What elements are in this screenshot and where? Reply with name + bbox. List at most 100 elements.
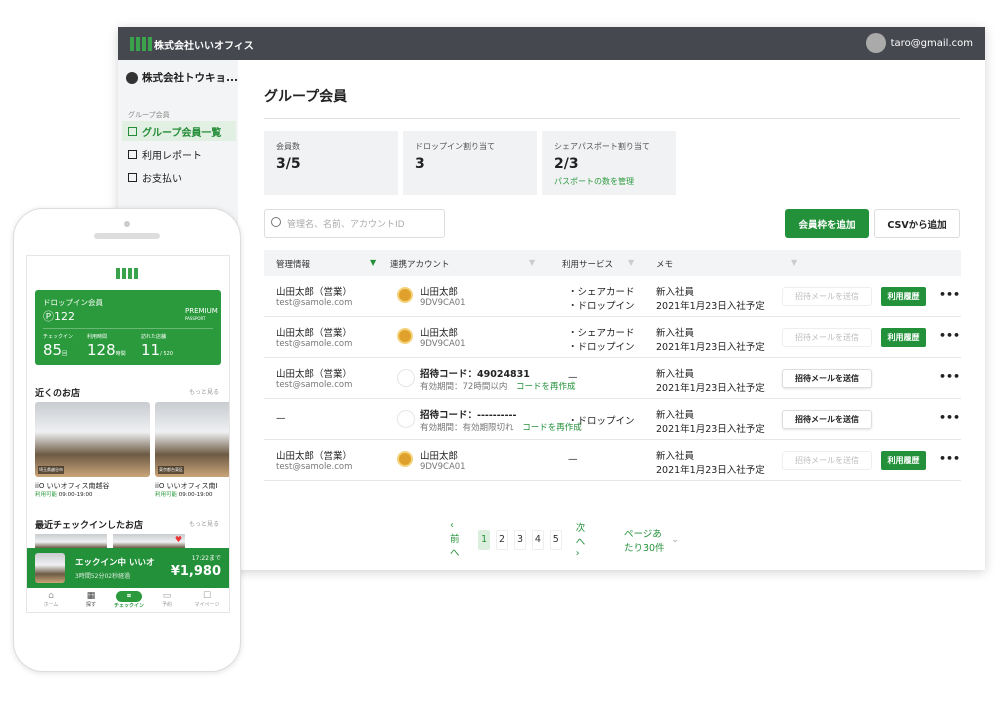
service: — <box>568 372 578 383</box>
table-row: — 招待コード：---------- 有効期間：有効期限切れ コードを再作成 ・ド… <box>264 399 961 440</box>
service: ・ドロップイン <box>568 301 635 312</box>
building-icon <box>128 149 137 159</box>
memo: 新入社員 <box>656 328 695 339</box>
admin-name: 山田太郎（営業） <box>276 328 353 339</box>
table-row: 山田太郎（営業） test@samole.com 山田太郎 9DV9CA01 ・シェ… <box>264 276 961 317</box>
more-options-icon[interactable]: ••• <box>939 370 960 383</box>
premium-passport-badge: PREMIUM PASSPORT <box>185 307 218 322</box>
page-3[interactable]: 3 <box>514 529 526 550</box>
more-link[interactable]: もっと見る <box>189 519 219 528</box>
per-page-select[interactable]: ページあたり30件 <box>624 526 667 554</box>
memo: 新入社員 <box>656 410 695 421</box>
speaker <box>94 233 160 239</box>
account-name: 招待コード：---------- <box>420 410 517 421</box>
building-icon <box>128 172 137 182</box>
logo <box>130 37 152 51</box>
manage-passport-link[interactable]: パスポートの数を管理 <box>554 176 664 187</box>
avatar <box>397 328 413 344</box>
admin-name: 山田太郎（営業） <box>276 451 353 462</box>
service: ・シェアカード <box>568 328 635 339</box>
recent-title: 最近チェックインしたお店 <box>35 521 144 531</box>
service: — <box>568 454 578 465</box>
send-invite-button[interactable]: 招待メールを送信 <box>782 410 872 429</box>
csv-add-button[interactable]: CSVから追加 <box>874 209 960 238</box>
memo: 2021年1月23日入社予定 <box>656 301 765 312</box>
pagination: ‹ 前へ 1 2 3 4 5 次へ › ページあたり30件 ⌄ <box>450 520 679 559</box>
sort-icon[interactable]: ▼ <box>370 258 376 267</box>
tab-checkin[interactable]: ⌗ チェックイン <box>109 591 149 609</box>
tab-reserve[interactable]: ▭ 予約 <box>147 591 187 608</box>
divider <box>264 118 960 119</box>
memo: 2021年1月23日入社予定 <box>656 424 765 435</box>
phone-screen: ドロップイン会員 Ⓟ122 PREMIUM PASSPORT チェックイン 85回 … <box>26 255 230 613</box>
shop-image[interactable]: 埼玉県越谷市 <box>35 402 150 477</box>
send-invite-button[interactable]: 招待メールを送信 <box>782 287 872 306</box>
send-invite-button[interactable]: 招待メールを送信 <box>782 369 872 388</box>
filter-icon[interactable]: ▼ <box>628 258 634 267</box>
avatar <box>397 287 413 303</box>
prev-page[interactable]: ‹ 前へ <box>450 520 464 559</box>
stat-members: 会員数 3/5 <box>264 131 398 195</box>
more-options-icon[interactable]: ••• <box>939 329 960 342</box>
avatar <box>865 33 886 53</box>
account-sub: 9DV9CA01 <box>420 339 466 349</box>
logo <box>116 268 138 279</box>
page-4[interactable]: 4 <box>531 529 544 550</box>
regenerate-code-link[interactable]: コードを再作成 <box>516 382 576 392</box>
more-link[interactable]: もっと見る <box>189 387 219 396</box>
table-header: 管理情報 ▼ 連携アカウント ▼ 利用サービス ▼ メモ ▼ <box>264 250 961 276</box>
more-options-icon[interactable]: ••• <box>939 288 960 301</box>
tab-search[interactable]: ▦ 探す <box>71 591 111 608</box>
page-1[interactable]: 1 <box>478 529 491 550</box>
sidebar-item-payment[interactable]: お支払い <box>122 167 236 187</box>
page-5[interactable]: 5 <box>549 529 562 550</box>
memo: 2021年1月23日入社予定 <box>656 383 765 394</box>
memo: 新入社員 <box>656 369 695 380</box>
avatar <box>397 451 413 467</box>
next-page[interactable]: 次へ › <box>576 520 590 559</box>
search-input[interactable]: 管理名、名前、アカウントID <box>264 209 445 238</box>
heart-icon[interactable]: ♥ <box>175 535 182 544</box>
filter-icon[interactable]: ▼ <box>529 258 535 267</box>
shop-image[interactable]: 東京都台東区 <box>155 402 229 477</box>
memo: 2021年1月23日入社予定 <box>656 465 765 476</box>
admin-email: test@samole.com <box>276 339 353 349</box>
table-row: 山田太郎（営業） test@samole.com 山田太郎 9DV9CA01 ・シェ… <box>264 317 961 358</box>
more-options-icon[interactable]: ••• <box>939 452 960 465</box>
account-name: 山田太郎 <box>420 287 459 298</box>
checkin-banner[interactable]: エックイン中 いいオ 3時間52分02秒経過 17:22まで ¥1,980 <box>27 548 229 588</box>
org-selector[interactable]: 株式会社トウキョ... <box>126 70 238 85</box>
add-slot-button[interactable]: 会員枠を追加 <box>785 209 869 238</box>
col-account[interactable]: 連携アカウント <box>390 258 450 270</box>
admin-email: test@samole.com <box>276 380 353 390</box>
service: ・ドロップイン <box>568 342 635 353</box>
usage-history-button[interactable]: 利用履歴 <box>881 451 926 470</box>
col-admin[interactable]: 管理情報 <box>276 258 310 270</box>
sidebar-item-members[interactable]: グループ会員一覧 <box>122 121 236 141</box>
more-options-icon[interactable]: ••• <box>939 411 960 424</box>
account-name: 招待コード：49024831 <box>420 369 530 380</box>
avatar-placeholder <box>397 410 415 428</box>
tab-home[interactable]: ⌂ ホーム <box>31 591 71 608</box>
memo: 新入社員 <box>656 451 695 462</box>
top-bar: 株式会社いいオフィス taro@gmail.com <box>118 27 985 60</box>
account-sub: 有効期間：有効期限切れ <box>420 423 514 433</box>
col-service[interactable]: 利用サービス <box>562 258 613 270</box>
sidebar-item-report[interactable]: 利用レポート <box>122 144 236 164</box>
member-card[interactable]: ドロップイン会員 Ⓟ122 PREMIUM PASSPORT チェックイン 85回 … <box>35 290 221 365</box>
send-invite-button[interactable]: 招待メールを送信 <box>782 328 872 347</box>
admin-email: test@samole.com <box>276 462 353 472</box>
tab-mypage[interactable]: ☐ マイページ <box>187 591 227 608</box>
account-name: 山田太郎 <box>420 328 459 339</box>
usage-history-button[interactable]: 利用履歴 <box>881 287 926 306</box>
nearby-title: 近くのお店 <box>35 389 81 399</box>
service: ・シェアカード <box>568 287 635 298</box>
filter-icon[interactable]: ▼ <box>791 258 797 267</box>
service: ・ドロップイン <box>568 416 635 427</box>
page-2[interactable]: 2 <box>496 529 509 550</box>
usage-history-button[interactable]: 利用履歴 <box>881 328 926 347</box>
send-invite-button[interactable]: 招待メールを送信 <box>782 451 872 470</box>
col-memo[interactable]: メモ <box>656 258 673 270</box>
user-menu[interactable]: taro@gmail.com <box>865 33 973 53</box>
stat-dropin: ドロップイン割り当て 3 <box>403 131 537 195</box>
